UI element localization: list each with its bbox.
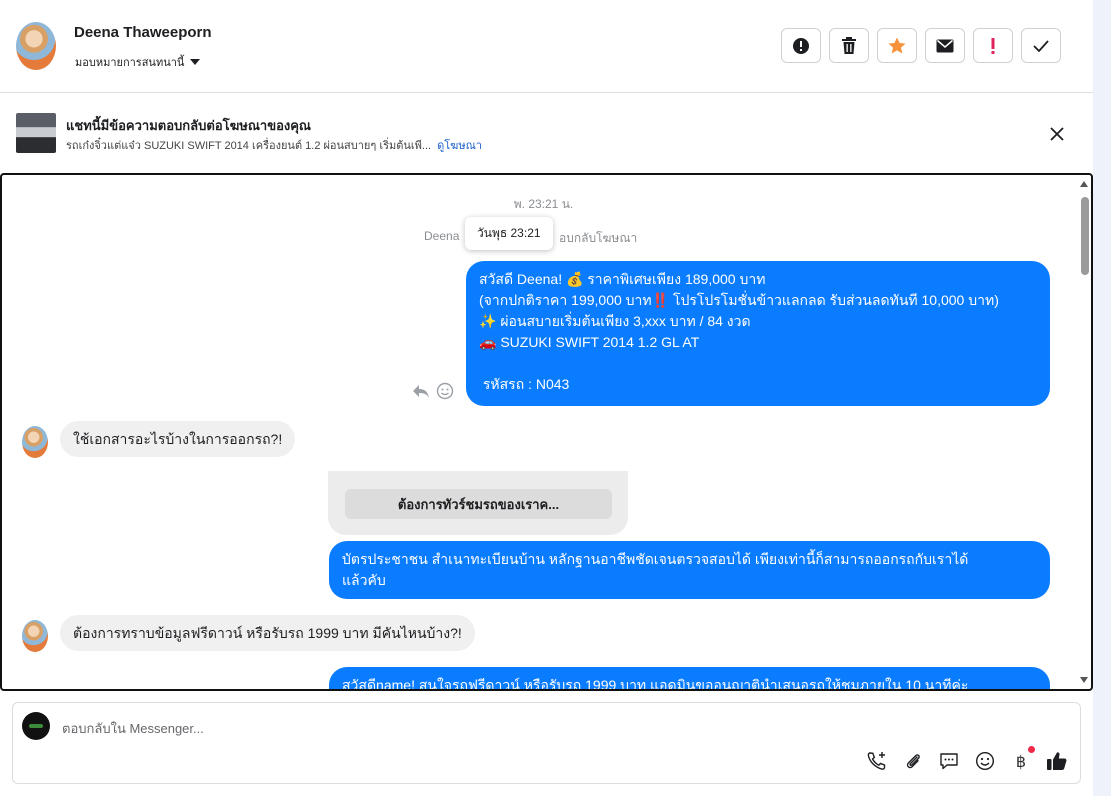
header-actions: [781, 28, 1061, 63]
reply-input[interactable]: ตอบกลับใน Messenger...: [62, 718, 204, 739]
send-like-button[interactable]: [1046, 750, 1068, 772]
timestamp-tooltip: วันพุธ 23:21: [465, 217, 553, 250]
delete-button[interactable]: [829, 28, 869, 63]
contact-avatar[interactable]: [16, 22, 56, 70]
ad-banner-title: แชทนี้มีข้อความตอบกลับต่อโฆษณาของคุณ: [66, 118, 311, 133]
right-rail: [1093, 0, 1111, 796]
message-actions: [412, 382, 454, 400]
message-bubble-incoming[interactable]: ต้องการทราบข้อมูลฟรีดาวน์ หรือรับรถ 1999…: [60, 615, 475, 651]
contact-avatar-small[interactable]: [22, 620, 48, 652]
scroll-thumb[interactable]: [1081, 197, 1089, 275]
ad-thumbnail[interactable]: [16, 113, 56, 153]
reply-icon[interactable]: [412, 383, 430, 399]
message-line: สวัสดี Deena! 💰 ราคาพิเศษเพียง 189,000 บ…: [479, 271, 766, 287]
scroll-up-arrow-icon[interactable]: [1080, 181, 1088, 187]
caret-down-icon: [190, 59, 201, 65]
close-icon: [1050, 127, 1064, 141]
page-avatar: [22, 712, 50, 740]
assign-conversation-dropdown[interactable]: มอบหมายการสนทนานี้: [75, 53, 201, 71]
message-line: ✨ ผ่อนสบายเริ่มต้นเพียง 3,xxx บาท / 84 ง…: [479, 313, 751, 329]
message-line: บัตรประชาชน สำเนาทะเบียนบ้าน หลักฐานอาชี…: [342, 551, 969, 567]
quick-reply-card: ต้องการทัวร์ชมรถของเราค...: [328, 471, 628, 535]
star-button[interactable]: [877, 28, 917, 63]
thread-timestamp: พ. 23:21 น.: [513, 197, 574, 211]
inbox-conversation: Deena Thaweeporn มอบหมายการสนทนานี้ แชทน…: [0, 0, 1111, 796]
thumbs-up-icon: [1047, 752, 1067, 770]
ad-reply-banner: แชทนี้มีข้อความตอบกลับต่อโฆษณาของคุณ รถเ…: [0, 93, 1093, 173]
important-icon: [991, 37, 995, 54]
message-thread[interactable]: พ. 23:21 น. Deena อบกลับโฆษณา วันพุธ 23:…: [0, 173, 1093, 691]
contact-avatar-small[interactable]: [22, 426, 48, 458]
mail-icon: [936, 39, 954, 52]
baht-icon: ฿: [1015, 751, 1027, 771]
emoji-button[interactable]: [974, 750, 996, 772]
tour-request-button[interactable]: ต้องการทัวร์ชมรถของเราค...: [345, 489, 612, 519]
message-line: (จากปกติราคา 199,000 บาท‼️ โปรโปรโมชั่นข…: [479, 292, 999, 308]
call-add-icon: [867, 752, 886, 770]
message-line: รหัสรถ : N043: [479, 376, 570, 392]
message-line: แล้วคับ: [342, 572, 386, 588]
message-bubble-incoming[interactable]: ใช้เอกสารอะไรบ้างในการออกรถ?!: [60, 421, 296, 457]
chat-bubble-icon: [940, 753, 958, 770]
saved-replies-button[interactable]: [938, 750, 960, 772]
check-icon: [1033, 39, 1049, 52]
close-banner-button[interactable]: [1046, 123, 1068, 145]
contact-name[interactable]: Deena Thaweeporn: [74, 24, 212, 41]
conversation-header: Deena Thaweeporn มอบหมายการสนทนานี้: [0, 0, 1093, 93]
message-bubble-outgoing[interactable]: บัตรประชาชน สำเนาทะเบียนบ้าน หลักฐานอาชี…: [329, 541, 1050, 599]
report-button[interactable]: [781, 28, 821, 63]
message-bubble-outgoing[interactable]: สวัสดี Deena! 💰 ราคาพิเศษเพียง 189,000 บ…: [466, 261, 1050, 406]
star-icon: [888, 37, 906, 53]
ad-banner-subtitle: รถเก๋งจิ๋วแต่แจ๋ว SUZUKI SWIFT 2014 เครื…: [66, 136, 482, 154]
trash-icon: [842, 36, 856, 54]
attach-button[interactable]: [902, 750, 924, 772]
attach-icon: [906, 754, 920, 769]
assign-label: มอบหมายการสนทนานี้: [75, 57, 185, 69]
notification-dot: [1028, 746, 1035, 753]
mark-unread-button[interactable]: [925, 28, 965, 63]
payment-button[interactable]: ฿: [1010, 746, 1035, 772]
emoji-icon: [975, 751, 995, 771]
message-line: 🚗 SUZUKI SWIFT 2014 1.2 GL AT: [479, 334, 700, 350]
ad-reply-note-name: Deena: [424, 229, 460, 243]
view-ad-link[interactable]: ดูโฆษณา: [437, 140, 482, 152]
message-line: [479, 353, 1037, 374]
message-line: สวัสดีname! สนใจรถฟรีดาวน์ หรือรับรถ 199…: [342, 677, 969, 691]
ad-reply-note-text: อบกลับโฆษณา: [559, 231, 638, 245]
composer-tools: ฿: [866, 746, 1068, 772]
reply-composer: ตอบกลับใน Messenger... ฿: [12, 702, 1081, 784]
ad-banner-description: รถเก๋งจิ๋วแต่แจ๋ว SUZUKI SWIFT 2014 เครื…: [66, 140, 432, 152]
call-add-button[interactable]: [866, 750, 888, 772]
report-icon: [793, 37, 809, 54]
mark-done-button[interactable]: [1021, 28, 1061, 63]
react-emoji-icon[interactable]: [436, 382, 454, 400]
message-bubble-outgoing[interactable]: สวัสดีname! สนใจรถฟรีดาวน์ หรือรับรถ 199…: [329, 667, 1050, 691]
scroll-down-arrow-icon[interactable]: [1080, 677, 1088, 683]
mark-important-button[interactable]: [973, 28, 1013, 63]
thread-scrollbar[interactable]: [1077, 175, 1091, 689]
